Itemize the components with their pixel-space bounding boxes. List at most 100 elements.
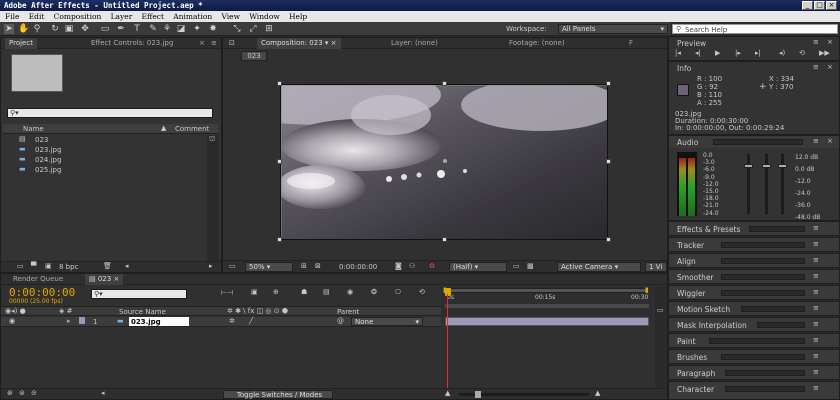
previous-frame-icon[interactable]: ◂| [695,49,701,57]
camera-view-select[interactable]: Active Camera ▾ [557,262,641,272]
time-ruler[interactable]: ▮ ▮ 0s 00:15s 00:30 [441,286,653,316]
local-axis-mode-icon[interactable]: ⤡ [232,24,242,34]
menu-animation[interactable]: Animation [173,11,212,22]
scroll-right-icon[interactable]: ▸ [209,262,213,270]
layer-duration-bar[interactable] [445,317,649,326]
loop-icon[interactable]: ⟲ [799,49,805,57]
view-layout-select[interactable]: 1 Vi [645,262,667,272]
list-item[interactable]: ▬ 024.jpg [3,155,203,165]
resolution-select[interactable]: (Half) ▾ [449,262,507,272]
column-comment-header[interactable]: Comment [175,125,209,133]
flowchart-icon[interactable]: ⛫ [209,135,215,144]
audio-master-slider-knob[interactable] [778,164,787,168]
mask-interpolation-panel[interactable]: Mask Interpolation ≡ [668,317,840,332]
transparency-grid-icon[interactable]: ▩ [527,262,534,270]
last-frame-icon[interactable]: ▸| [755,49,761,57]
selection-tool-icon[interactable]: ➤ [4,24,14,34]
menu-file[interactable]: File [5,11,19,22]
comp-badge[interactable]: 023 [241,51,267,61]
menu-layer[interactable]: Layer [111,11,133,22]
clone-stamp-tool-icon[interactable]: ⚘ [162,24,172,34]
composition-mini-flowchart-icon[interactable]: ⊢⊣ [221,289,233,297]
audio-right-slider-track[interactable] [765,154,768,214]
text-tool-icon[interactable]: T [132,24,142,34]
layer-handle[interactable] [442,237,447,242]
eraser-tool-icon[interactable]: ◪ [176,24,186,34]
modes-pane-icon[interactable]: ⊜ [19,389,25,397]
visibility-icon[interactable]: ◉ [9,317,15,325]
quality-switch-icon[interactable]: ╱ [249,317,253,325]
shy-switch-icon[interactable]: ✲ [229,317,235,325]
first-frame-icon[interactable]: |◂ [675,49,681,57]
snapshot-icon[interactable]: ◙ [395,262,402,270]
brainstorm-icon[interactable]: ❂ [371,288,377,296]
ram-preview-icon[interactable]: ▶▶ [819,49,830,57]
tracker-panel[interactable]: Tracker ≡ [668,237,840,252]
draft-3d-icon[interactable]: ⊕ [273,288,279,296]
panel-menu-icon[interactable]: ≡ [813,63,819,71]
align-panel[interactable]: Align ≡ [668,253,840,268]
close-icon[interactable]: × [827,38,833,46]
always-preview-icon[interactable]: ▭ [229,262,236,270]
toggle-switches-modes-button[interactable]: Toggle Switches / Modes [223,390,333,399]
bit-depth-button[interactable]: 8 bpc [59,263,78,271]
project-scrollbar[interactable]: ⛫ [207,135,219,261]
tab-render-queue[interactable]: Render Queue [9,274,67,285]
smoother-panel[interactable]: Smoother ≡ [668,269,840,284]
menu-composition[interactable]: Composition [54,11,102,22]
tab-flowchart[interactable]: F [625,38,637,49]
label-color-swatch[interactable] [79,317,85,324]
timeline-search-input[interactable]: ⚲▾ [91,289,187,299]
new-composition-icon[interactable]: ▣ [45,262,52,270]
layer-handle[interactable] [277,237,282,242]
tab-timeline-comp[interactable]: ▤ 023 × [85,274,124,285]
layer-handle[interactable] [277,81,282,86]
close-button[interactable]: × [826,1,837,10]
rectangle-mask-tool-icon[interactable]: ▭ [100,24,110,34]
in-out-pane-icon[interactable]: ⊝ [31,389,37,397]
source-name-header[interactable]: Source Name [119,308,166,316]
brushes-panel[interactable]: Brushes ≡ [668,349,840,364]
table-row[interactable]: ◉ ▸ 1 ▬ 023.jpg ✲ ╱ @ None ▾ [1,317,441,327]
tab-layer[interactable]: Layer: (none) [387,38,442,49]
camera-tool-icon[interactable]: ▣ [64,24,74,34]
close-icon[interactable]: × [827,137,833,145]
motion-sketch-panel[interactable]: Motion Sketch ≡ [668,301,840,316]
interpret-footage-icon[interactable]: ▭ [17,262,24,270]
list-item[interactable]: ▬ 023.jpg [3,145,203,155]
pan-behind-tool-icon[interactable]: ✥ [80,24,90,34]
delete-icon[interactable]: 🗑 [103,262,112,270]
zoom-out-icon[interactable]: ▲ [445,389,450,397]
auto-keyframe-icon[interactable]: ⟲ [419,288,425,296]
tab-effect-controls[interactable]: Effect Controls: 023.jpg [87,38,177,49]
audio-master-slider-track[interactable] [781,154,784,214]
expand-icon[interactable]: ▸ [67,317,71,325]
tab-composition[interactable]: Composition: 023 ▾ × [257,38,341,49]
timeline-zoom-slider[interactable] [459,391,589,398]
brush-tool-icon[interactable]: ✎ [148,24,158,34]
menu-window[interactable]: Window [249,11,280,22]
layer-handle[interactable] [442,81,447,86]
expand-pane-icon[interactable]: ⊛ [7,389,13,397]
grid-icon[interactable]: ⊠ [315,262,321,270]
menu-edit[interactable]: Edit [29,11,45,22]
puppet-pin-tool-icon[interactable]: ✸ [208,24,218,34]
effects-presets-panel[interactable]: Effects & Presets ≡ [668,221,840,236]
paint-panel[interactable]: Paint ≡ [668,333,840,348]
search-help-input[interactable]: ⚲ Search Help [672,24,838,34]
motion-blur-icon[interactable]: ◉ [347,288,353,296]
scroll-left-icon[interactable]: ◂ [101,389,105,397]
menu-view[interactable]: View [221,11,240,22]
next-frame-icon[interactable]: |▸ [735,49,741,57]
composition-view[interactable] [280,84,608,240]
parent-select[interactable]: None ▾ [351,317,423,326]
zoom-in-icon[interactable]: ▲ [595,389,600,397]
parent-header[interactable]: Parent [337,308,359,316]
rotate-tool-icon[interactable]: ↻ [50,24,60,34]
panel-menu-icon[interactable]: ≡ [211,39,217,47]
play-icon[interactable]: ▶ [715,49,720,57]
graph-editor-icon[interactable]: ⎔ [395,288,401,296]
pick-whip-icon[interactable]: @ [337,317,344,325]
layer-handle[interactable] [606,81,611,86]
work-area-bar[interactable] [445,304,649,308]
